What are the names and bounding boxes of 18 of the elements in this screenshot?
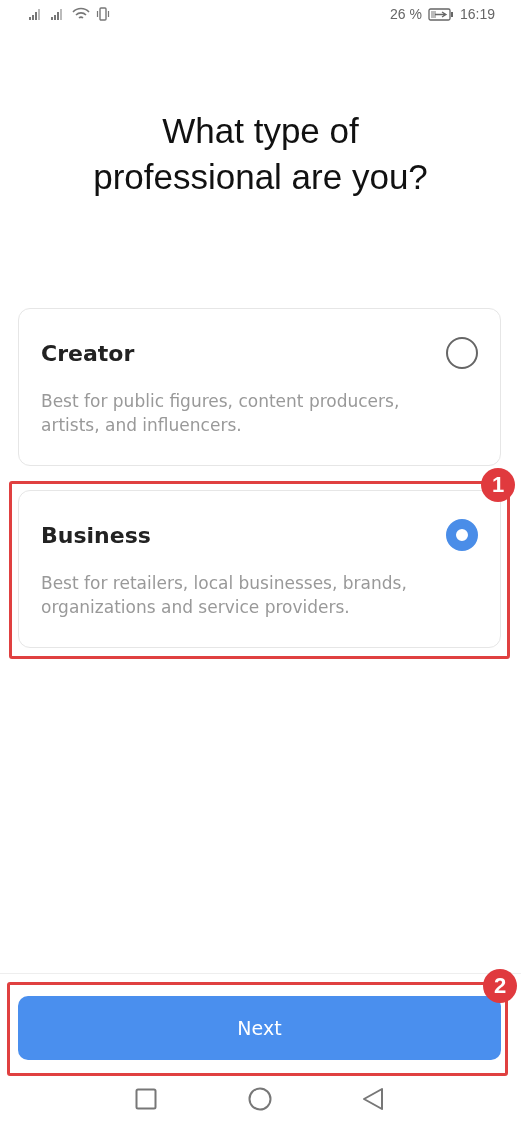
radio-button[interactable]: [446, 519, 478, 551]
wifi-icon: [72, 7, 90, 21]
vibrate-icon: [96, 7, 110, 21]
option-description: Best for retailers, local businesses, brands, organizations and service providers.: [41, 572, 408, 619]
step-badge: 2: [483, 969, 517, 1003]
page-title: What type of professional are you?: [92, 110, 429, 198]
option-description: Best for public figures, content producers, artists, and influencers.: [41, 390, 401, 437]
option-title: Creator: [41, 340, 135, 366]
clock-time: 16:19: [459, 6, 495, 22]
battery-percent: 26 %: [390, 6, 422, 22]
battery-charging-icon: [427, 7, 454, 21]
home-icon[interactable]: [247, 1087, 272, 1111]
step-badge: 1: [481, 468, 515, 502]
option-card[interactable]: Creator Best for public figures, content producers, artists, and influencers.: [18, 308, 501, 466]
radio-button[interactable]: [446, 337, 478, 369]
option-title: Business: [41, 522, 151, 548]
recent-apps-icon[interactable]: [135, 1088, 157, 1110]
back-icon[interactable]: [362, 1087, 384, 1111]
